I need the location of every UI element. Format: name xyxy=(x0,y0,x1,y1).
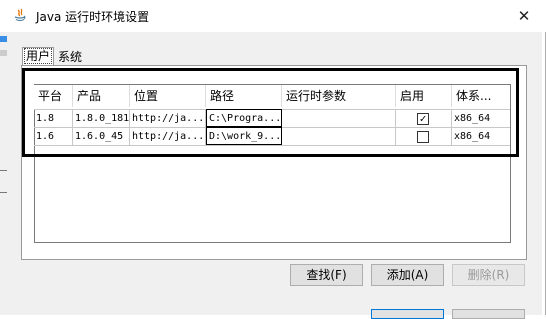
cell-path[interactable]: D:\work_9... xyxy=(206,127,282,145)
strip-mark xyxy=(0,36,7,42)
cell-product: 1.8.0_181 xyxy=(73,110,130,127)
column-header-platform[interactable]: 平台 xyxy=(34,85,73,107)
java-icon xyxy=(14,8,26,22)
find-button[interactable]: 查找(F) xyxy=(290,264,363,286)
column-header-path[interactable]: 路径 xyxy=(206,85,282,107)
close-button[interactable]: ✕ xyxy=(512,4,536,28)
cell-enabled: ✓ xyxy=(396,110,452,127)
cell-location[interactable]: http://ja... xyxy=(130,128,206,145)
enabled-checkbox[interactable]: ✓ xyxy=(417,113,429,125)
column-header-params[interactable]: 运行时参数 xyxy=(282,85,396,107)
ok-button[interactable] xyxy=(371,309,444,319)
cell-product: 1.6.0_45 xyxy=(73,128,130,145)
cell-params[interactable] xyxy=(282,110,396,127)
table-header: 平台 产品 位置 路径 运行时参数 启用 体系... xyxy=(34,85,510,109)
cell-arch: x86_64 xyxy=(454,131,491,142)
cell-arch: x86_64 xyxy=(454,113,491,124)
title-bar: Java 运行时环境设置 ✕ xyxy=(0,0,546,32)
cell-enabled xyxy=(396,128,452,145)
column-header-enabled[interactable]: 启用 xyxy=(396,85,452,107)
tab-system[interactable]: 系统 xyxy=(58,49,82,66)
cancel-button[interactable] xyxy=(452,309,525,319)
cell-params[interactable] xyxy=(282,128,396,145)
tab-user[interactable]: 用户 xyxy=(22,47,54,66)
background-window-strip xyxy=(0,32,8,315)
cell-platform: 1.8 xyxy=(34,110,73,127)
add-button[interactable]: 添加(A) xyxy=(371,264,444,286)
jre-settings-window: Java 运行时环境设置 ✕ 用户 系统 平台 产品 位置 路径 运行时参数 启… xyxy=(0,0,546,319)
cell-platform: 1.6 xyxy=(34,128,73,145)
strip-mark xyxy=(0,192,7,193)
table-row[interactable]: 1.8 1.8.0_181 http://ja... C:\Progra... … xyxy=(34,109,510,127)
remove-button[interactable]: 删除(R) xyxy=(452,264,525,286)
tab-user-label: 用户 xyxy=(23,48,53,64)
enabled-checkbox[interactable] xyxy=(417,131,429,143)
column-header-location[interactable]: 位置 xyxy=(130,85,206,107)
close-icon: ✕ xyxy=(517,7,531,25)
strip-mark xyxy=(0,50,7,56)
cell-path[interactable]: C:\Progra... xyxy=(206,109,282,127)
column-header-product[interactable]: 产品 xyxy=(73,85,130,107)
table-row[interactable]: 1.6 1.6.0_45 http://ja... D:\work_9... x… xyxy=(34,127,510,146)
column-header-arch[interactable]: 体系... xyxy=(452,85,510,107)
window-title: Java 运行时环境设置 xyxy=(36,10,150,24)
cell-location[interactable]: http://ja... xyxy=(130,110,206,127)
strip-mark xyxy=(0,170,7,171)
